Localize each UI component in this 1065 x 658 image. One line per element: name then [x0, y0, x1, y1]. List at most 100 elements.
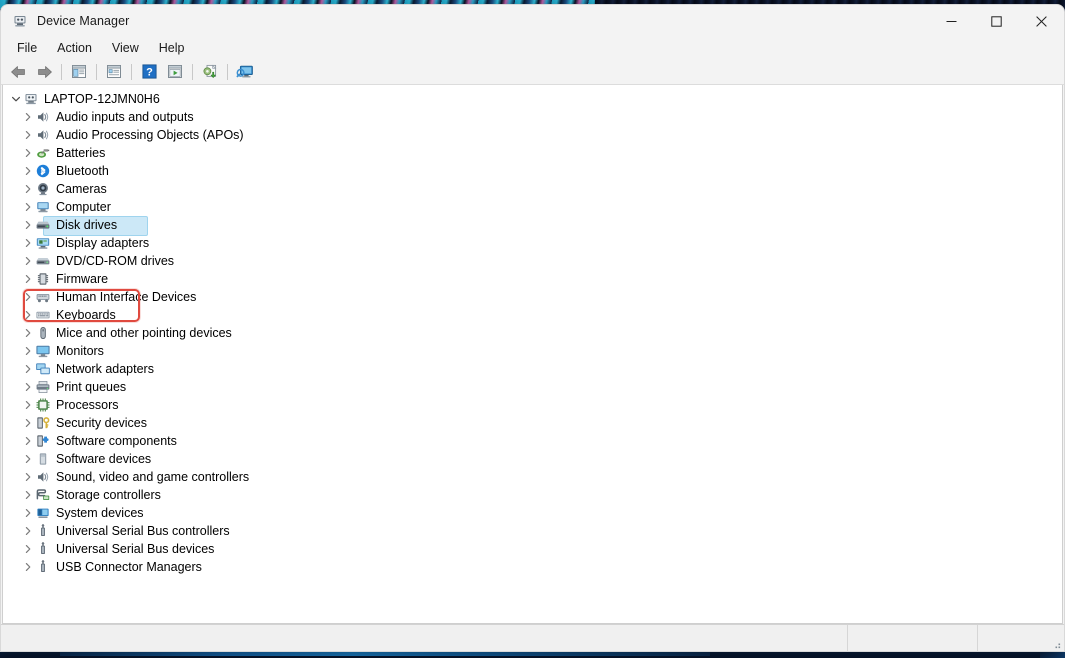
tree-node[interactable]: Mice and other pointing devices — [3, 324, 1062, 342]
toolbar: ? — [1, 59, 1064, 85]
speaker-icon — [35, 109, 51, 125]
tree-node-label: Keyboards — [56, 308, 116, 322]
tree-node[interactable]: Security devices — [3, 414, 1062, 432]
window-title: Device Manager — [37, 14, 130, 28]
chevron-right-icon[interactable] — [21, 414, 35, 432]
chevron-right-icon[interactable] — [21, 270, 35, 288]
chevron-right-icon[interactable] — [21, 450, 35, 468]
security-key-icon — [35, 415, 51, 431]
resize-grip[interactable] — [1050, 638, 1062, 650]
tree-node[interactable]: Audio inputs and outputs — [3, 108, 1062, 126]
network-adapter-icon — [35, 361, 51, 377]
tree-node[interactable]: Bluetooth — [3, 162, 1062, 180]
bluetooth-icon — [35, 163, 51, 179]
scan-hardware-changes-button[interactable] — [197, 61, 223, 83]
tree-node-label: Universal Serial Bus devices — [56, 542, 215, 556]
chevron-right-icon[interactable] — [21, 234, 35, 252]
tree-node-label: Sound, video and game controllers — [56, 470, 250, 484]
back-button[interactable] — [5, 61, 31, 83]
menu-file[interactable]: File — [7, 38, 47, 58]
window-controls — [929, 5, 1064, 37]
tree-node[interactable]: Network adapters — [3, 360, 1062, 378]
tree-node-label: Display adapters — [56, 236, 150, 250]
chevron-right-icon[interactable] — [21, 360, 35, 378]
tree-node-label: Print queues — [56, 380, 127, 394]
tree-node[interactable]: Storage controllers — [3, 486, 1062, 504]
chevron-right-icon[interactable] — [21, 288, 35, 306]
tree-node-label: Processors — [56, 398, 119, 412]
toolbar-separator — [227, 63, 228, 80]
tree-node[interactable]: Disk drives — [3, 216, 1062, 236]
svg-text:?: ? — [146, 67, 153, 79]
tree-node-label: Audio Processing Objects (APOs) — [56, 128, 244, 142]
tree-node[interactable]: Cameras — [3, 180, 1062, 198]
tree-node[interactable]: System devices — [3, 504, 1062, 522]
tree-node[interactable]: DVD/CD-ROM drives — [3, 252, 1062, 270]
chevron-right-icon[interactable] — [21, 198, 35, 216]
usb-icon — [35, 559, 51, 575]
chevron-right-icon[interactable] — [21, 216, 35, 234]
close-button[interactable] — [1019, 5, 1064, 37]
tree-node[interactable]: Universal Serial Bus controllers — [3, 522, 1062, 540]
chevron-right-icon[interactable] — [21, 486, 35, 504]
tree-node[interactable]: Human Interface Devices — [3, 288, 1062, 306]
tree-node[interactable]: Keyboards — [3, 306, 1062, 324]
maximize-button[interactable] — [974, 5, 1019, 37]
show-hide-console-tree-button[interactable] — [66, 61, 92, 83]
tree-node[interactable]: USB Connector Managers — [3, 558, 1062, 576]
toolbar-separator — [131, 63, 132, 80]
tree-node[interactable]: Processors — [3, 396, 1062, 414]
chevron-right-icon[interactable] — [21, 324, 35, 342]
properties-button[interactable] — [101, 61, 127, 83]
tree-node-label: Security devices — [56, 416, 148, 430]
help-button[interactable]: ? — [136, 61, 162, 83]
chevron-right-icon[interactable] — [21, 306, 35, 324]
chevron-right-icon[interactable] — [21, 180, 35, 198]
chevron-right-icon[interactable] — [21, 162, 35, 180]
chevron-right-icon[interactable] — [21, 252, 35, 270]
chevron-right-icon[interactable] — [21, 378, 35, 396]
tree-node[interactable]: Audio Processing Objects (APOs) — [3, 126, 1062, 144]
tree-node[interactable]: Computer — [3, 198, 1062, 216]
tree-node[interactable]: Batteries — [3, 144, 1062, 162]
chevron-right-icon[interactable] — [21, 522, 35, 540]
chevron-right-icon[interactable] — [21, 342, 35, 360]
devices-by-connection-button[interactable] — [232, 61, 258, 83]
storage-controller-icon — [35, 487, 51, 503]
device-tree-pane[interactable]: LAPTOP-12JMN0H6 Audio inputs and outputs A… — [2, 85, 1063, 624]
tree-node[interactable]: Print queues — [3, 378, 1062, 396]
menu-action[interactable]: Action — [47, 38, 102, 58]
minimize-button[interactable] — [929, 5, 974, 37]
tree-node-label: Network adapters — [56, 362, 154, 376]
update-driver-button[interactable] — [162, 61, 188, 83]
chevron-right-icon[interactable] — [21, 108, 35, 126]
tree-node-label: Software components — [56, 434, 177, 448]
chevron-right-icon[interactable] — [21, 468, 35, 486]
chevron-down-icon[interactable] — [9, 90, 23, 108]
mouse-icon — [35, 325, 51, 341]
chevron-right-icon[interactable] — [21, 396, 35, 414]
menu-view[interactable]: View — [102, 38, 149, 58]
sound-controller-icon — [35, 469, 51, 485]
tree-node[interactable]: Sound, video and game controllers — [3, 468, 1062, 486]
chevron-right-icon[interactable] — [21, 540, 35, 558]
forward-button[interactable] — [31, 61, 57, 83]
software-component-icon — [35, 433, 51, 449]
menu-help[interactable]: Help — [149, 38, 195, 58]
chevron-right-icon[interactable] — [21, 558, 35, 576]
chevron-right-icon[interactable] — [21, 144, 35, 162]
tree-node-label: Software devices — [56, 452, 152, 466]
chevron-right-icon[interactable] — [21, 504, 35, 522]
tree-node[interactable]: Firmware — [3, 270, 1062, 288]
tree-node[interactable]: Software components — [3, 432, 1062, 450]
tree-node[interactable]: Software devices — [3, 450, 1062, 468]
hid-icon — [35, 289, 51, 305]
tree-node[interactable]: Monitors — [3, 342, 1062, 360]
chevron-right-icon[interactable] — [21, 126, 35, 144]
tree-node[interactable]: Display adapters — [3, 234, 1062, 252]
tree-node-label: Mice and other pointing devices — [56, 326, 232, 340]
chevron-right-icon[interactable] — [21, 432, 35, 450]
tree-root-node[interactable]: LAPTOP-12JMN0H6 — [3, 90, 1062, 108]
tree-node[interactable]: Universal Serial Bus devices — [3, 540, 1062, 558]
device-tree: LAPTOP-12JMN0H6 Audio inputs and outputs A… — [3, 85, 1062, 576]
